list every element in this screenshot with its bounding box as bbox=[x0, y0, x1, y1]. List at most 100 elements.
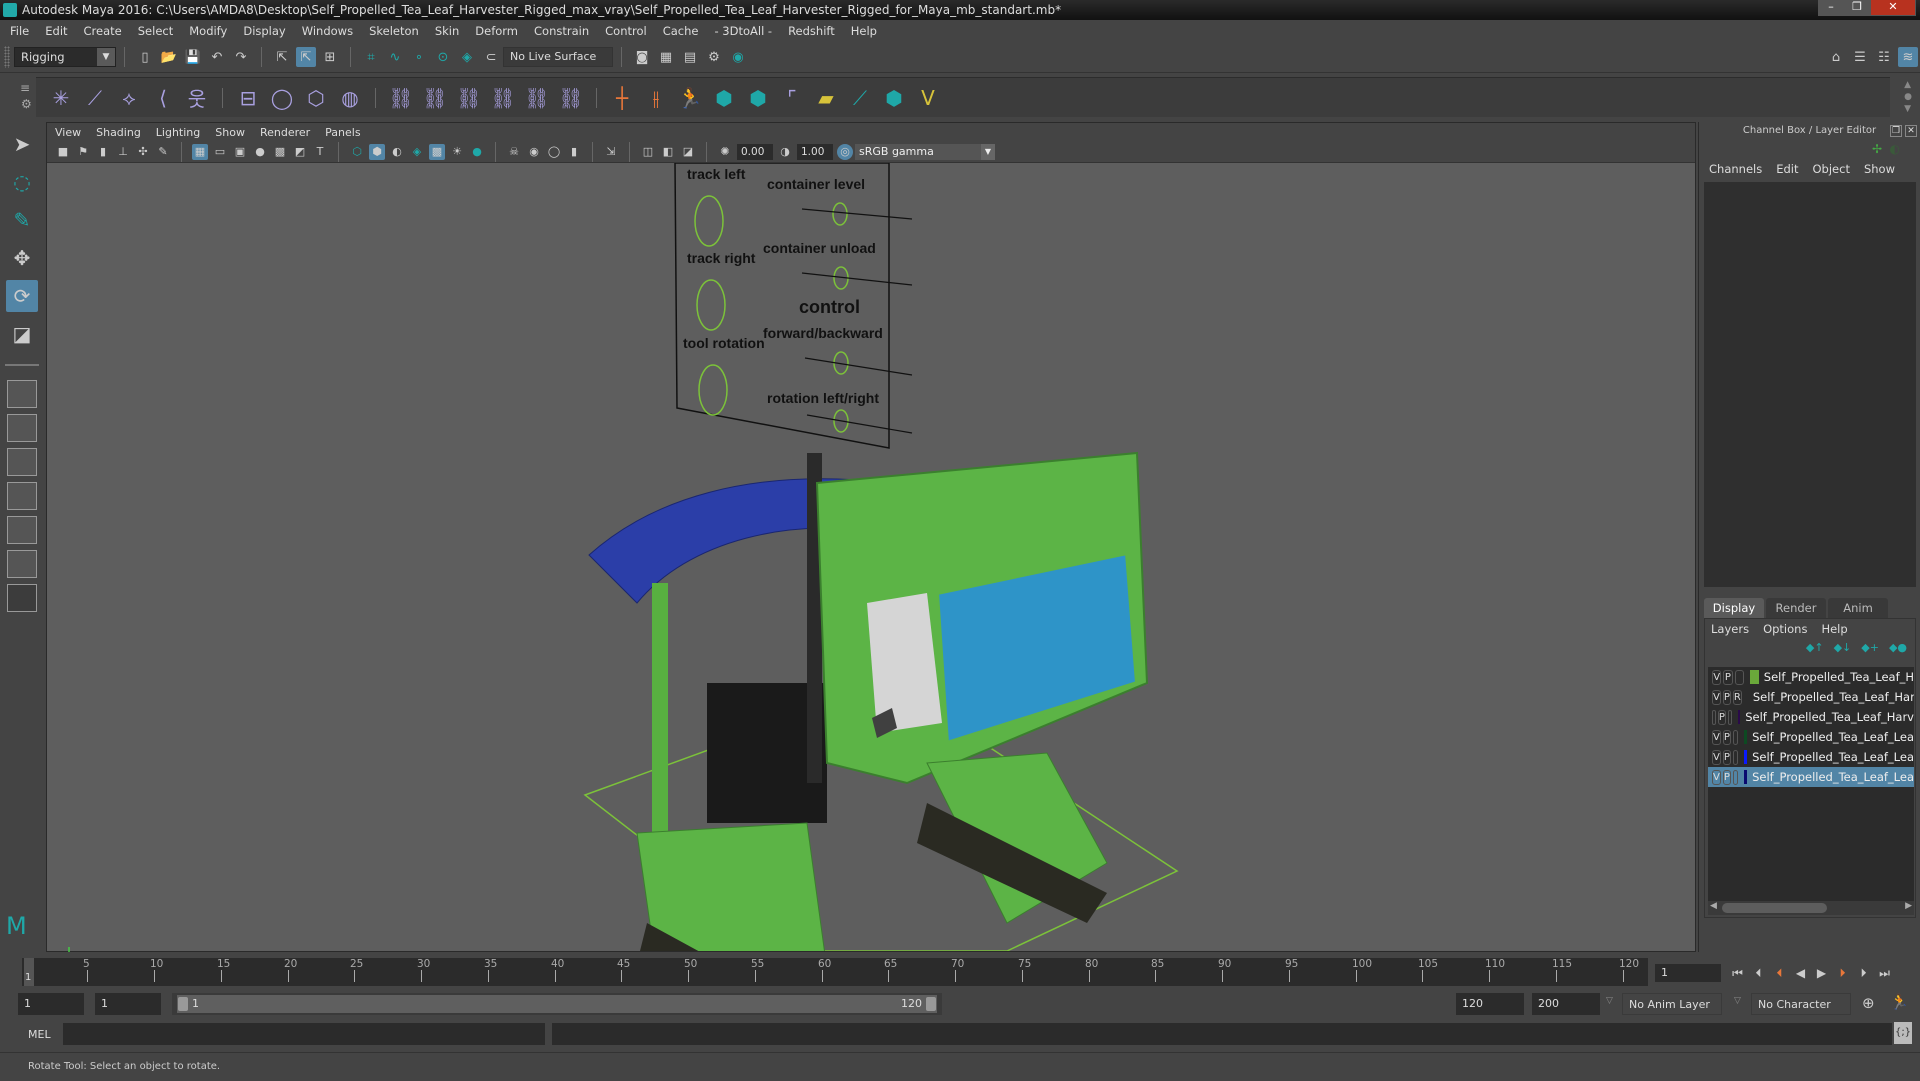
resolution-gate-icon[interactable]: ▣ bbox=[232, 144, 248, 160]
color-management-icon[interactable]: ◎ bbox=[837, 143, 853, 160]
ik-spline-icon[interactable]: ⟡ bbox=[114, 83, 144, 113]
menu-set-dropdown[interactable]: Rigging ▼ bbox=[14, 47, 116, 67]
scale-tool-icon[interactable]: ◪ bbox=[6, 318, 38, 350]
maya-tool-1-icon[interactable]: ⬢ bbox=[709, 83, 739, 113]
layer-row[interactable]: V P R Self_Propelled_Tea_Leaf_Harv bbox=[1708, 687, 1914, 707]
layer-color-swatch[interactable] bbox=[1743, 750, 1748, 764]
locator-icon[interactable]: ┼ bbox=[607, 83, 637, 113]
layer-playback-toggle[interactable]: P bbox=[1722, 689, 1731, 705]
attribute-editor-icon[interactable]: ☰ bbox=[1850, 47, 1870, 67]
live-surface-field[interactable]: No Live Surface bbox=[503, 47, 613, 67]
layer-name[interactable]: Self_Propelled_Tea_Leaf_H bbox=[1764, 670, 1914, 684]
vp-menu-renderer[interactable]: Renderer bbox=[260, 126, 310, 139]
layer-row[interactable]: P Self_Propelled_Tea_Leaf_Harv bbox=[1708, 707, 1914, 727]
custom-layout-icon[interactable] bbox=[7, 550, 37, 578]
grease-pencil-icon[interactable]: ✎ bbox=[155, 144, 171, 160]
anim-layer-dropdown[interactable]: No Anim Layer bbox=[1622, 993, 1722, 1015]
move-tool-icon[interactable]: ✥ bbox=[6, 242, 38, 274]
persp-graph-layout-icon[interactable] bbox=[7, 482, 37, 510]
menu-3dtoall[interactable]: - 3DtoAll - bbox=[714, 24, 772, 38]
layer-color-swatch[interactable] bbox=[1743, 730, 1748, 744]
layer-horizontal-scrollbar[interactable]: ◀ ▶ bbox=[1708, 901, 1914, 915]
anti-aliasing-icon[interactable]: ◯ bbox=[546, 144, 562, 160]
menu-modify[interactable]: Modify bbox=[189, 24, 227, 38]
close-button[interactable]: ✕ bbox=[1870, 0, 1916, 16]
snap-curve-icon[interactable]: ∿ bbox=[385, 47, 405, 67]
range-fill[interactable] bbox=[177, 995, 937, 1013]
smooth-shade-icon[interactable]: ⬢ bbox=[369, 143, 385, 160]
cb-menu-edit[interactable]: Edit bbox=[1776, 162, 1798, 176]
hypershade-icon[interactable]: ◉ bbox=[728, 47, 748, 67]
camera-attributes-icon[interactable]: ⚑ bbox=[75, 144, 91, 160]
layer-visibility-toggle[interactable] bbox=[1712, 709, 1716, 725]
shelf-menu-icon[interactable]: ≡ bbox=[20, 81, 30, 95]
textured-icon[interactable]: ▩ bbox=[429, 143, 445, 160]
menu-select[interactable]: Select bbox=[138, 24, 173, 38]
menu-edit[interactable]: Edit bbox=[45, 24, 67, 38]
ik-handle-icon[interactable]: ⟋ bbox=[80, 83, 110, 113]
layer-display-type-toggle[interactable] bbox=[1732, 729, 1738, 745]
ipr-render-icon[interactable]: ▤ bbox=[680, 47, 700, 67]
layer-playback-toggle[interactable]: P bbox=[1722, 749, 1731, 765]
gamma-icon[interactable]: ◑ bbox=[777, 144, 793, 160]
humanik-icon[interactable]: 웃 bbox=[182, 83, 212, 113]
menu-windows[interactable]: Windows bbox=[302, 24, 353, 38]
mirror-joint-icon[interactable]: ⟨ bbox=[148, 83, 178, 113]
step-forward-frame-icon[interactable]: ⏵ bbox=[1854, 964, 1873, 982]
layer-menu-options[interactable]: Options bbox=[1763, 622, 1807, 636]
cb-menu-show[interactable]: Show bbox=[1864, 162, 1895, 176]
layer-menu-help[interactable]: Help bbox=[1821, 622, 1847, 636]
vp-menu-lighting[interactable]: Lighting bbox=[156, 126, 200, 139]
layer-name[interactable]: Self_Propelled_Tea_Leaf_Lea bbox=[1752, 730, 1914, 744]
tab-display[interactable]: Display bbox=[1704, 598, 1764, 618]
select-object-icon[interactable]: ⇱ bbox=[296, 47, 316, 67]
safe-title-icon[interactable]: T bbox=[312, 144, 328, 160]
menu-file[interactable]: File bbox=[10, 24, 29, 38]
shelf-settings-icon[interactable]: ⚙ bbox=[21, 97, 32, 111]
select-tool-icon[interactable]: ➤ bbox=[6, 128, 38, 160]
two-d-pan-icon[interactable]: ✣ bbox=[135, 144, 151, 160]
layer-name[interactable]: Self_Propelled_Tea_Leaf_Harv bbox=[1745, 710, 1914, 724]
menu-help[interactable]: Help bbox=[851, 24, 877, 38]
use-all-lights-icon[interactable]: ☀ bbox=[449, 144, 465, 160]
bookmark-icon[interactable]: ▮ bbox=[95, 144, 111, 160]
xray-icon[interactable]: ◫ bbox=[640, 144, 656, 160]
shadows-icon[interactable]: ● bbox=[469, 144, 485, 160]
character-set-chevron-icon[interactable]: ▽ bbox=[1734, 996, 1741, 1006]
vp-menu-panels[interactable]: Panels bbox=[325, 126, 360, 139]
layer-name[interactable]: Self_Propelled_Tea_Leaf_Lea bbox=[1752, 770, 1914, 784]
step-forward-key-icon[interactable]: ⏵ bbox=[1833, 964, 1852, 982]
menu-skeleton[interactable]: Skeleton bbox=[369, 24, 419, 38]
snap-view-plane-icon[interactable]: ⊙ bbox=[433, 47, 453, 67]
maximize-button[interactable]: ❐ bbox=[1844, 0, 1870, 16]
lasso-tool-icon[interactable]: ◌ bbox=[6, 166, 38, 198]
move-layer-up-icon[interactable]: ◆↑ bbox=[1806, 641, 1824, 654]
channel-list[interactable] bbox=[1704, 182, 1916, 587]
layer-display-type-toggle[interactable] bbox=[1732, 749, 1738, 765]
paint-tool-icon[interactable]: ⟋ bbox=[845, 83, 875, 113]
single-perspective-layout-icon[interactable] bbox=[7, 380, 37, 408]
time-slider-bar[interactable]: 1 5 10 15 20 25 30 35 40 45 50 55 60 65 70 75 80 85 90 95 1… bbox=[22, 958, 1648, 986]
range-slider-bar[interactable]: 1 120 bbox=[172, 993, 942, 1015]
layer-playback-toggle[interactable]: P bbox=[1722, 769, 1731, 785]
layer-row[interactable]: V P Self_Propelled_Tea_Leaf_Lea bbox=[1708, 747, 1914, 767]
manipulator-icon[interactable]: ✢ bbox=[1872, 142, 1882, 156]
layer-row[interactable]: V P Self_Propelled_Tea_Leaf_Lea bbox=[1708, 727, 1914, 747]
animation-end-field[interactable]: 200 bbox=[1532, 993, 1600, 1015]
range-start-handle[interactable] bbox=[178, 997, 188, 1011]
menu-control[interactable]: Control bbox=[605, 24, 647, 38]
menu-display[interactable]: Display bbox=[243, 24, 285, 38]
layer-color-swatch[interactable] bbox=[1743, 770, 1748, 784]
current-frame-field[interactable]: 1 bbox=[1655, 964, 1721, 982]
snap-point-icon[interactable]: ∘ bbox=[409, 47, 429, 67]
undo-icon[interactable]: ↶ bbox=[207, 47, 227, 67]
move-layer-down-icon[interactable]: ◆↓ bbox=[1834, 641, 1852, 654]
menu-deform[interactable]: Deform bbox=[475, 24, 518, 38]
paint-select-tool-icon[interactable]: ✎ bbox=[6, 204, 38, 236]
new-layer-icon[interactable]: ◆+ bbox=[1861, 641, 1879, 654]
tool-settings-icon[interactable]: ☷ bbox=[1874, 47, 1894, 67]
parent-constraint-icon[interactable]: ⛓ bbox=[386, 83, 416, 113]
layer-display-type-toggle[interactable] bbox=[1727, 709, 1732, 725]
play-backwards-icon[interactable]: ◀ bbox=[1791, 964, 1810, 982]
layer-name[interactable]: Self_Propelled_Tea_Leaf_Lea bbox=[1752, 750, 1914, 764]
